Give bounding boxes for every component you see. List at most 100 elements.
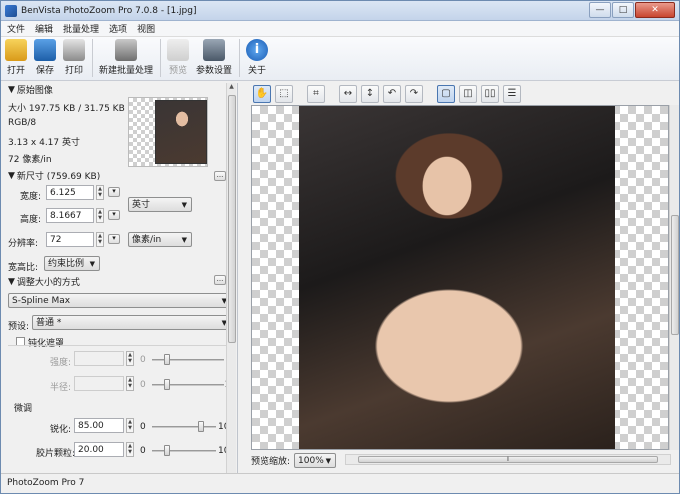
original-more-button[interactable]: ... bbox=[214, 171, 226, 181]
preview-panel: ✋ ⬚ ⌗ ↔ ↕ ↶ ↷ ▢ ◫ ▯▯ ☰ 预览缩放: 100% ▼ ⦀ bbox=[239, 83, 679, 473]
height-menu-button[interactable]: ▾ bbox=[108, 210, 120, 220]
grain-field[interactable]: 20.00 bbox=[74, 442, 124, 457]
scroll-up-icon[interactable]: ▲ bbox=[227, 83, 236, 93]
resolution-unit-select[interactable]: 像素/in ▼ bbox=[128, 232, 192, 247]
close-button[interactable]: ✕ bbox=[635, 2, 675, 18]
width-label: 宽度: bbox=[20, 192, 42, 202]
print-button[interactable]: 打印 bbox=[63, 39, 85, 76]
sharpen-slider[interactable] bbox=[152, 421, 216, 432]
save-icon bbox=[34, 39, 56, 61]
new-batch-button[interactable]: 新建批量处理 bbox=[99, 39, 153, 76]
resolution-stepper[interactable]: ▲ ▼ bbox=[96, 232, 104, 247]
rotate-right-icon: ↷ bbox=[409, 88, 419, 99]
rotate-left-button[interactable]: ↶ bbox=[383, 85, 401, 103]
about-button[interactable]: i 关于 bbox=[246, 39, 269, 76]
preview-vertical-scrollbar[interactable] bbox=[669, 105, 679, 450]
aspect-value: 约束比例 bbox=[48, 259, 85, 269]
maximize-button[interactable]: □ bbox=[612, 2, 634, 18]
single-view-button[interactable]: ▢ bbox=[437, 85, 455, 103]
menu-options[interactable]: 选项 bbox=[109, 22, 127, 35]
split-view-button[interactable]: ◫ bbox=[459, 85, 477, 103]
preset-value: 普通 * bbox=[36, 318, 62, 328]
resolution-label: 分辨率: bbox=[8, 239, 39, 249]
select-tool-button[interactable]: ⬚ bbox=[275, 85, 293, 103]
height-field[interactable]: 8.1667 bbox=[46, 208, 94, 223]
resolution-menu-button[interactable]: ▾ bbox=[108, 234, 120, 244]
preview-image[interactable] bbox=[299, 106, 615, 449]
unit-value: 英寸 bbox=[132, 200, 151, 210]
crop-icon: ⌗ bbox=[313, 88, 319, 99]
original-thumbnail[interactable] bbox=[128, 97, 208, 167]
sharpen-label: 锐化: bbox=[50, 425, 72, 435]
resolution-unit-value: 像素/in bbox=[132, 235, 162, 245]
app-icon bbox=[5, 4, 17, 17]
resize-method-header[interactable]: ▼ 调整大小的方式 bbox=[2, 275, 80, 289]
width-menu-button[interactable]: ▾ bbox=[108, 187, 120, 197]
scrollbar-thumb[interactable] bbox=[228, 95, 236, 343]
preview-canvas[interactable] bbox=[251, 105, 669, 450]
print-icon bbox=[63, 39, 85, 61]
radius-slider[interactable] bbox=[152, 379, 224, 390]
menu-file[interactable]: 文件 bbox=[7, 22, 25, 35]
rotate-right-button[interactable]: ↷ bbox=[405, 85, 423, 103]
grain-stepper[interactable]: ▲ ▼ bbox=[126, 442, 134, 457]
strength-slider[interactable] bbox=[152, 354, 224, 365]
resolution-field[interactable]: 72 bbox=[46, 232, 94, 247]
radius-stepper[interactable]: ▲ ▼ bbox=[126, 376, 134, 391]
flip-horizontal-icon: ↔ bbox=[343, 88, 353, 99]
flip-horizontal-button[interactable]: ↔ bbox=[339, 85, 357, 103]
grain-slider[interactable] bbox=[152, 445, 216, 456]
aspect-select[interactable]: 约束比例 ▼ bbox=[44, 256, 100, 271]
preview-bottom-bar: 预览缩放: 100% ▼ ⦀ bbox=[251, 452, 671, 468]
radius-slider-knob[interactable] bbox=[164, 379, 170, 390]
view-toolbar: ✋ ⬚ ⌗ ↔ ↕ ↶ ↷ ▢ ◫ ▯▯ ☰ bbox=[239, 83, 679, 105]
menu-edit[interactable]: 编辑 bbox=[35, 22, 53, 35]
crop-button[interactable]: ⌗ bbox=[307, 85, 325, 103]
strength-field[interactable] bbox=[74, 351, 124, 366]
open-button[interactable]: 打开 bbox=[5, 39, 27, 76]
preset-select[interactable]: 普通 * ▼ bbox=[32, 315, 232, 330]
sharpen-slider-knob[interactable] bbox=[198, 421, 204, 432]
menu-batch[interactable]: 批量处理 bbox=[63, 22, 99, 35]
preview-horizontal-scrollbar[interactable]: ⦀ bbox=[345, 454, 671, 465]
scrollbar-thumb[interactable]: ⦀ bbox=[358, 456, 658, 463]
minimize-button[interactable]: — bbox=[589, 2, 611, 18]
original-image-header[interactable]: ▼ 原始图像 bbox=[2, 83, 53, 97]
method-select[interactable]: S-Spline Max ▼ bbox=[8, 293, 232, 308]
width-field[interactable]: 6.125 bbox=[46, 185, 94, 200]
zoom-select[interactable]: 100% ▼ bbox=[294, 452, 337, 468]
window-title: BenVista PhotoZoom Pro 7.0.8 - [1.jpg] bbox=[21, 5, 197, 16]
original-resolution: 72 像素/in bbox=[8, 155, 52, 165]
print-label: 打印 bbox=[64, 66, 83, 76]
new-size-header[interactable]: ▼ 新尺寸 (759.69 KB) bbox=[2, 169, 100, 183]
preset-label: 预设: bbox=[8, 322, 30, 332]
sharpen-field[interactable]: 85.00 bbox=[74, 418, 124, 433]
radius-min: 0 bbox=[140, 380, 146, 390]
height-stepper[interactable]: ▲ ▼ bbox=[96, 208, 104, 223]
single-view-icon: ▢ bbox=[441, 88, 451, 99]
preview-label: 预览 bbox=[169, 66, 188, 76]
strength-stepper[interactable]: ▲ ▼ bbox=[126, 351, 134, 366]
flip-vertical-button[interactable]: ↕ bbox=[361, 85, 379, 103]
thumbnail-image bbox=[155, 100, 207, 164]
toolbar-separator bbox=[160, 39, 162, 77]
strength-slider-knob[interactable] bbox=[164, 354, 170, 365]
menu-view[interactable]: 视图 bbox=[137, 22, 155, 35]
width-stepper[interactable]: ▲ ▼ bbox=[96, 185, 104, 200]
side-by-side-button[interactable]: ▯▯ bbox=[481, 85, 499, 103]
settings-button[interactable]: 参数设置 bbox=[196, 39, 232, 76]
unit-select[interactable]: 英寸 ▼ bbox=[128, 197, 192, 212]
grain-slider-knob[interactable] bbox=[164, 445, 170, 456]
stacked-view-button[interactable]: ☰ bbox=[503, 85, 521, 103]
scrollbar-thumb[interactable] bbox=[671, 215, 679, 335]
sharpen-min: 0 bbox=[140, 422, 146, 432]
sharpen-stepper[interactable]: ▲ ▼ bbox=[126, 418, 134, 433]
settings-scrollbar[interactable]: ▲ bbox=[226, 83, 236, 473]
save-button[interactable]: 保存 bbox=[34, 39, 56, 76]
collapse-arrow-icon: ▼ bbox=[8, 170, 15, 181]
resize-more-button[interactable]: ... bbox=[214, 275, 226, 285]
settings-panel: ▼ 原始图像 大小 197.75 KB / 31.75 KB RGB/8 3.1… bbox=[2, 83, 238, 473]
radius-field[interactable] bbox=[74, 376, 124, 391]
preview-button[interactable]: 预览 bbox=[167, 39, 190, 76]
hand-tool-button[interactable]: ✋ bbox=[253, 85, 271, 103]
